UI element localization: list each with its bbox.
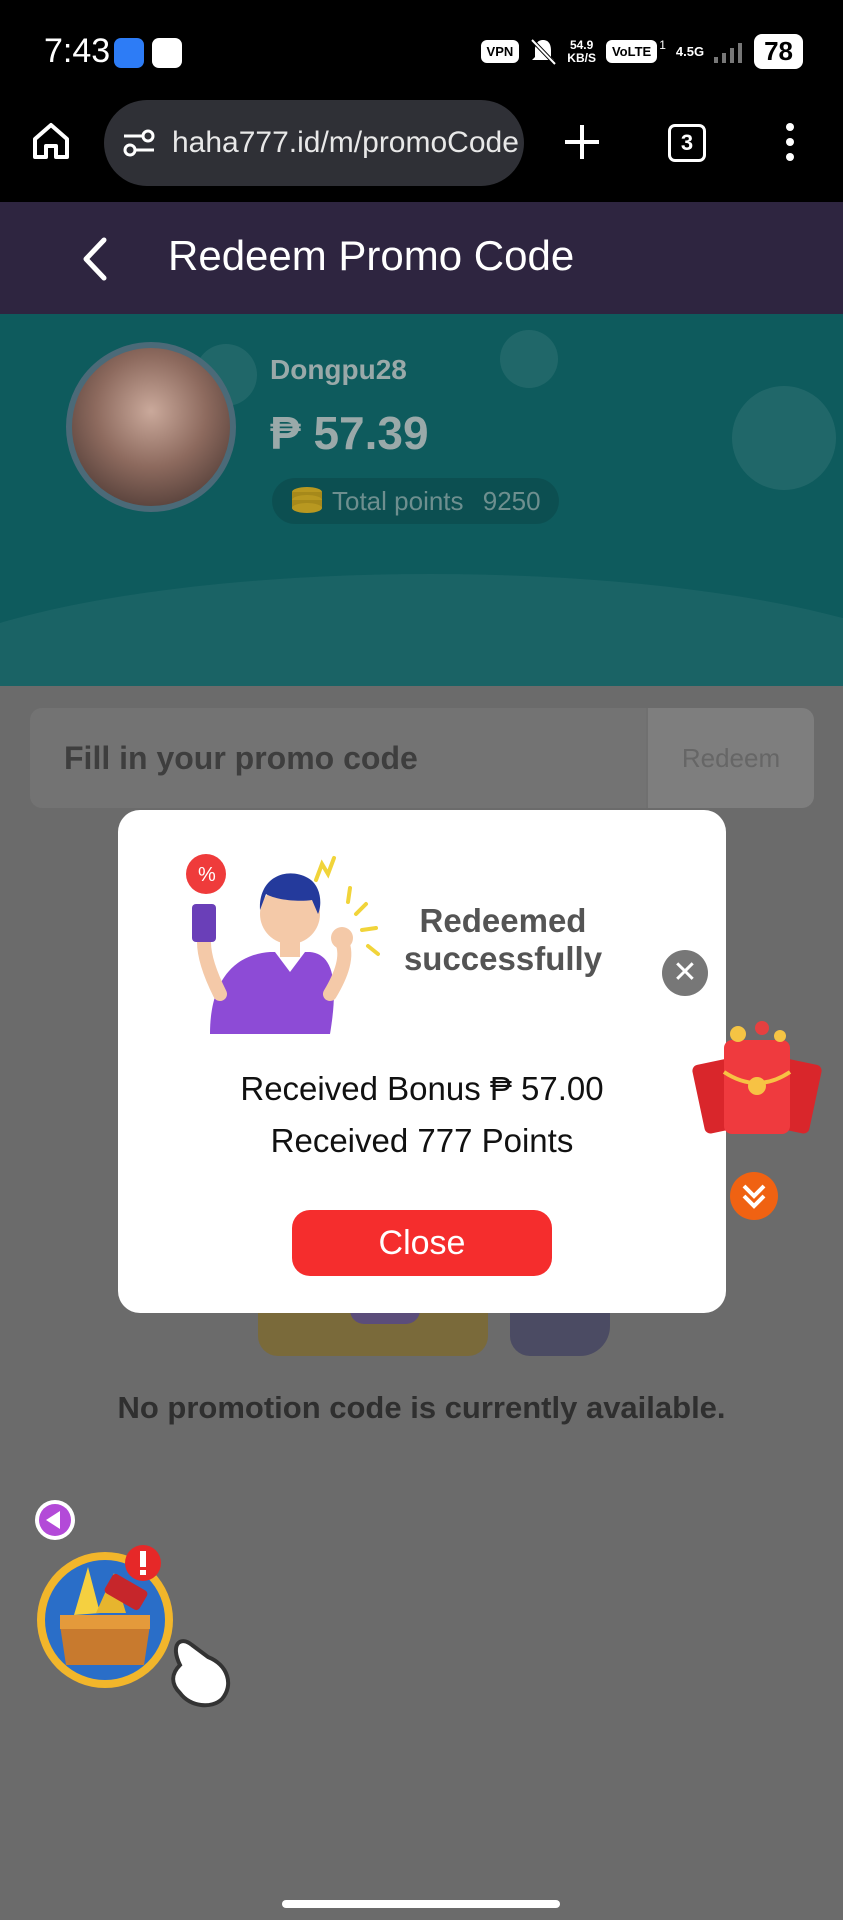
close-icon[interactable]: ✕ (662, 950, 708, 996)
signal-icon (714, 42, 743, 63)
battery-level: 78 (754, 34, 803, 69)
coin-stack-icon (292, 487, 322, 513)
browser-toolbar: haha777.id/m/promoCode 3 (0, 96, 843, 202)
empty-illustration (230, 1310, 610, 1360)
status-icons: VPN 54.9 KB/S VoLTE 1 4.5G 78 (480, 34, 803, 69)
promo-form: Redeem (30, 708, 814, 808)
status-bar: 7:43 VPN 54.9 KB/S VoLTE 1 4.5G 78 (0, 0, 843, 96)
chevron-down-double-icon[interactable] (730, 1172, 778, 1220)
tab-switcher-button[interactable]: 3 (668, 124, 706, 162)
net-speed-value: 54.9 (569, 37, 594, 52)
avatar (66, 342, 236, 512)
plus-icon[interactable] (562, 122, 602, 162)
points-value: 9250 (482, 486, 541, 516)
balance: ₱ 57.39 (270, 407, 429, 459)
success-dialog: % Redeemed successfully ✕ Received Bonus… (118, 810, 726, 1313)
svg-text:%: % (198, 864, 216, 886)
mute-bell-icon (530, 38, 557, 65)
app-notification-icon (152, 38, 182, 68)
empty-message: No promotion code is currently available… (117, 1390, 726, 1425)
network-speed: 54.9 KB/S (567, 37, 596, 65)
vpn-badge: VPN (480, 40, 520, 63)
more-icon[interactable] (780, 122, 800, 162)
bonus-message: Received Bonus ₱ 57.00 (240, 1070, 604, 1107)
net-speed-unit: KB/S (567, 50, 596, 65)
treasure-chest-icon[interactable] (30, 1495, 240, 1715)
decor-bubble (732, 386, 836, 490)
red-packet-icon[interactable] (692, 1020, 822, 1140)
close-button[interactable]: Close (292, 1210, 552, 1276)
page-title: Redeem Promo Code (168, 232, 575, 279)
celebrating-person-illustration: % (186, 854, 380, 1034)
profile-card: Dongpu28 ₱ 57.39 Total points 9250 (0, 314, 843, 686)
status-time: 7:43 (44, 32, 111, 70)
back-icon[interactable] (78, 236, 112, 282)
site-settings-icon[interactable] (122, 128, 156, 158)
hand-pointer-icon (171, 1639, 231, 1708)
dialog-title: Redeemed successfully (403, 902, 603, 977)
page-header: Redeem Promo Code (0, 202, 843, 314)
url-text: haha777.id/m/promoCode (172, 126, 519, 159)
volte-badge: VoLTE (605, 40, 658, 63)
volte-sup: 1 (659, 37, 666, 52)
decor-wave (0, 574, 843, 686)
points-message: Received 777 Points (270, 1122, 574, 1159)
redeem-button[interactable]: Redeem (648, 708, 814, 808)
network-type: 4.5G (675, 44, 705, 59)
address-bar[interactable]: haha777.id/m/promoCode (104, 100, 524, 186)
username: Dongpu28 (270, 354, 407, 385)
decor-bubble (500, 330, 558, 388)
home-icon[interactable] (30, 120, 72, 162)
points-summary: Total points 9250 (272, 478, 559, 524)
points-label: Total points (332, 486, 464, 516)
promo-code-input[interactable] (30, 708, 646, 808)
home-indicator[interactable] (282, 1900, 560, 1908)
messages-app-icon (114, 38, 144, 68)
